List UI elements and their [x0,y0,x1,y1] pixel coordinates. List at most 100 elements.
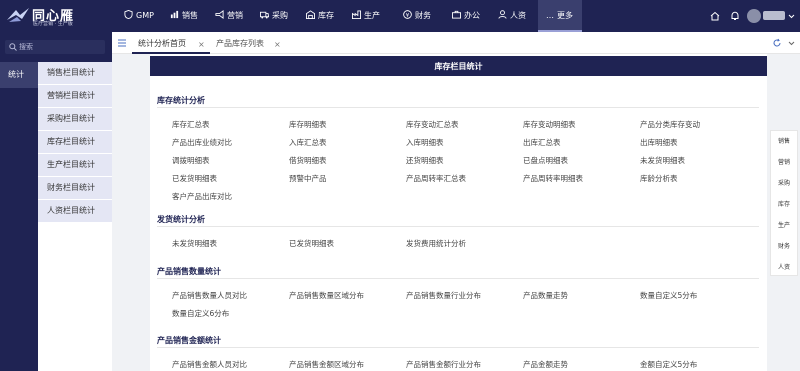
warehouse-icon [306,10,315,19]
nav-item-label: 生产 [364,11,380,20]
quick-nav-item[interactable]: 人资 [771,262,797,271]
section-title: 产品销售金额统计 [157,336,221,345]
report-link[interactable]: 产品销售金额行业分布 [406,359,481,370]
report-link[interactable]: 产品销售金额区域分布 [289,359,364,370]
nav-item-office[interactable]: 办公 [452,0,486,32]
report-link[interactable]: 库龄分析表 [640,173,678,184]
report-link[interactable]: 库存汇总表 [172,119,210,130]
report-link[interactable]: 产品销售金额人员对比 [172,359,247,370]
nav-item-production[interactable]: 生产 [352,0,388,32]
report-link[interactable]: 产品分类库存变动 [640,119,700,130]
report-link[interactable]: 预警中产品 [289,173,327,184]
nav-item-sales[interactable]: 销售 [170,0,204,32]
nav-item-label: 采购 [272,11,288,20]
bell-icon[interactable] [730,11,740,21]
quick-nav-item[interactable]: 营销 [771,157,797,166]
report-link[interactable]: 调拨明细表 [172,155,210,166]
report-link[interactable]: 库存变动汇总表 [406,119,459,130]
report-link[interactable]: 数量自定义5分布 [640,290,697,301]
search-placeholder: 搜索 [19,43,33,51]
sidebar-item-hr-stats[interactable]: 人资栏目统计 [38,200,112,222]
tab-label: 统计分析首页 [138,39,186,48]
nav-item-label: 库存 [318,11,334,20]
sidebar-item-purchase-stats[interactable]: 采购栏目统计 [38,108,112,130]
quick-nav-item[interactable]: 库存 [771,199,797,208]
report-link[interactable]: 金额自定义5分布 [640,359,697,370]
nav-item-more[interactable]: … 更多 [538,0,582,32]
nav-item-label: 营销 [227,11,243,20]
nav-item-label: 人资 [510,11,526,20]
shield-icon [124,10,133,19]
menu-toggle-icon[interactable] [117,38,127,48]
section-divider [157,278,759,279]
report-link[interactable]: 产品销售数量行业分布 [406,290,481,301]
report-link[interactable]: 客户产品出库对比 [172,191,232,202]
sidebar-item-marketing-stats[interactable]: 营销栏目统计 [38,85,112,107]
report-link[interactable]: 入库汇总表 [289,137,327,148]
report-link[interactable]: 入库明细表 [406,137,444,148]
report-link[interactable]: 未发货明细表 [640,155,685,166]
report-link[interactable]: 产品销售数量人员对比 [172,290,247,301]
nav-item-finance[interactable]: ¥ 财务 [403,0,437,32]
nav-item-marketing[interactable]: 营销 [215,0,249,32]
report-link[interactable]: 库存明细表 [289,119,327,130]
brand-logo[interactable]: 同心雁 医疗营销 · 生产版 [6,4,116,28]
nav-item-label: 销售 [182,11,198,20]
sidebar-item-sales-stats[interactable]: 销售栏目统计 [38,62,112,84]
nav-item-label: GMP [136,11,154,20]
report-link[interactable]: 发货费用统计分析 [406,238,466,249]
megaphone-icon [215,10,224,19]
section-title: 发货统计分析 [157,215,205,224]
user-name-placeholder[interactable] [763,11,785,20]
sidebar-item-finance-stats[interactable]: 财务栏目统计 [38,177,112,199]
quick-nav-item[interactable]: 销售 [771,136,797,145]
report-link[interactable]: 未发货明细表 [172,238,217,249]
avatar[interactable] [747,9,761,23]
sidebar-category-statistics[interactable]: 统计 [0,62,38,88]
nav-item-inventory[interactable]: 库存 [306,0,340,32]
quick-nav-item[interactable]: 财务 [771,241,797,250]
nav-item-label: 更多 [557,11,573,20]
right-quick-nav: 销售营销采购库存生产财务人资 [770,130,798,276]
briefcase-icon [452,10,461,19]
section-title: 库存统计分析 [157,96,205,105]
person-icon [498,10,507,19]
sidebar-item-production-stats[interactable]: 生产栏目统计 [38,154,112,176]
report-link[interactable]: 产品周转率明细表 [523,173,583,184]
report-link[interactable]: 产品周转率汇总表 [406,173,466,184]
quick-nav-item[interactable]: 生产 [771,220,797,229]
refresh-icon[interactable] [772,38,796,48]
report-link[interactable]: 出库明细表 [640,137,678,148]
section-divider [157,347,759,348]
report-link[interactable]: 产品金额走势 [523,359,568,370]
quick-nav-item[interactable]: 采购 [771,178,797,187]
chevron-down-icon[interactable] [788,11,795,21]
sidebar-item-inventory-stats[interactable]: 库存栏目统计 [38,131,112,153]
nav-item-purchase[interactable]: 采购 [260,0,294,32]
report-link[interactable]: 产品销售数量区域分布 [289,290,364,301]
page-title: 库存栏目统计 [150,56,767,76]
nav-item-hr[interactable]: 人资 [498,0,532,32]
report-link[interactable]: 库存变动明细表 [523,119,576,130]
search-input[interactable]: 搜索 [5,40,105,54]
tab-label: 产品库存列表 [216,39,264,48]
sidebar-submenu: 销售栏目统计 营销栏目统计 采购栏目统计 库存栏目统计 生产栏目统计 财务栏目统… [38,62,112,223]
report-link[interactable]: 产品出库业绩对比 [172,137,232,148]
report-link[interactable]: 数量自定义6分布 [172,308,229,319]
nav-item-gmp[interactable]: GMP [120,0,158,32]
sidebar: 搜索 统计 销售栏目统计 营销栏目统计 采购栏目统计 库存栏目统计 生产栏目统计… [0,32,112,371]
truck-icon [260,11,269,19]
top-navigation-bar: 同心雁 医疗营销 · 生产版 GMP 销售 营销 采购 库存 生产 ¥ 财务 办公… [0,0,800,32]
report-link[interactable]: 出库汇总表 [523,137,561,148]
brand-subtitle: 医疗营销 · 生产版 [33,21,73,27]
report-link[interactable]: 已发货明细表 [289,238,334,249]
report-link[interactable]: 还货明细表 [406,155,444,166]
report-link[interactable]: 已发货明细表 [172,173,217,184]
factory-icon [352,10,361,19]
home-icon[interactable] [710,11,720,21]
bar-chart-icon [170,10,179,19]
report-link[interactable]: 已盘点明细表 [523,155,568,166]
report-link[interactable]: 产品数量走势 [523,290,568,301]
nav-item-label: 财务 [415,11,431,20]
report-link[interactable]: 借货明细表 [289,155,327,166]
